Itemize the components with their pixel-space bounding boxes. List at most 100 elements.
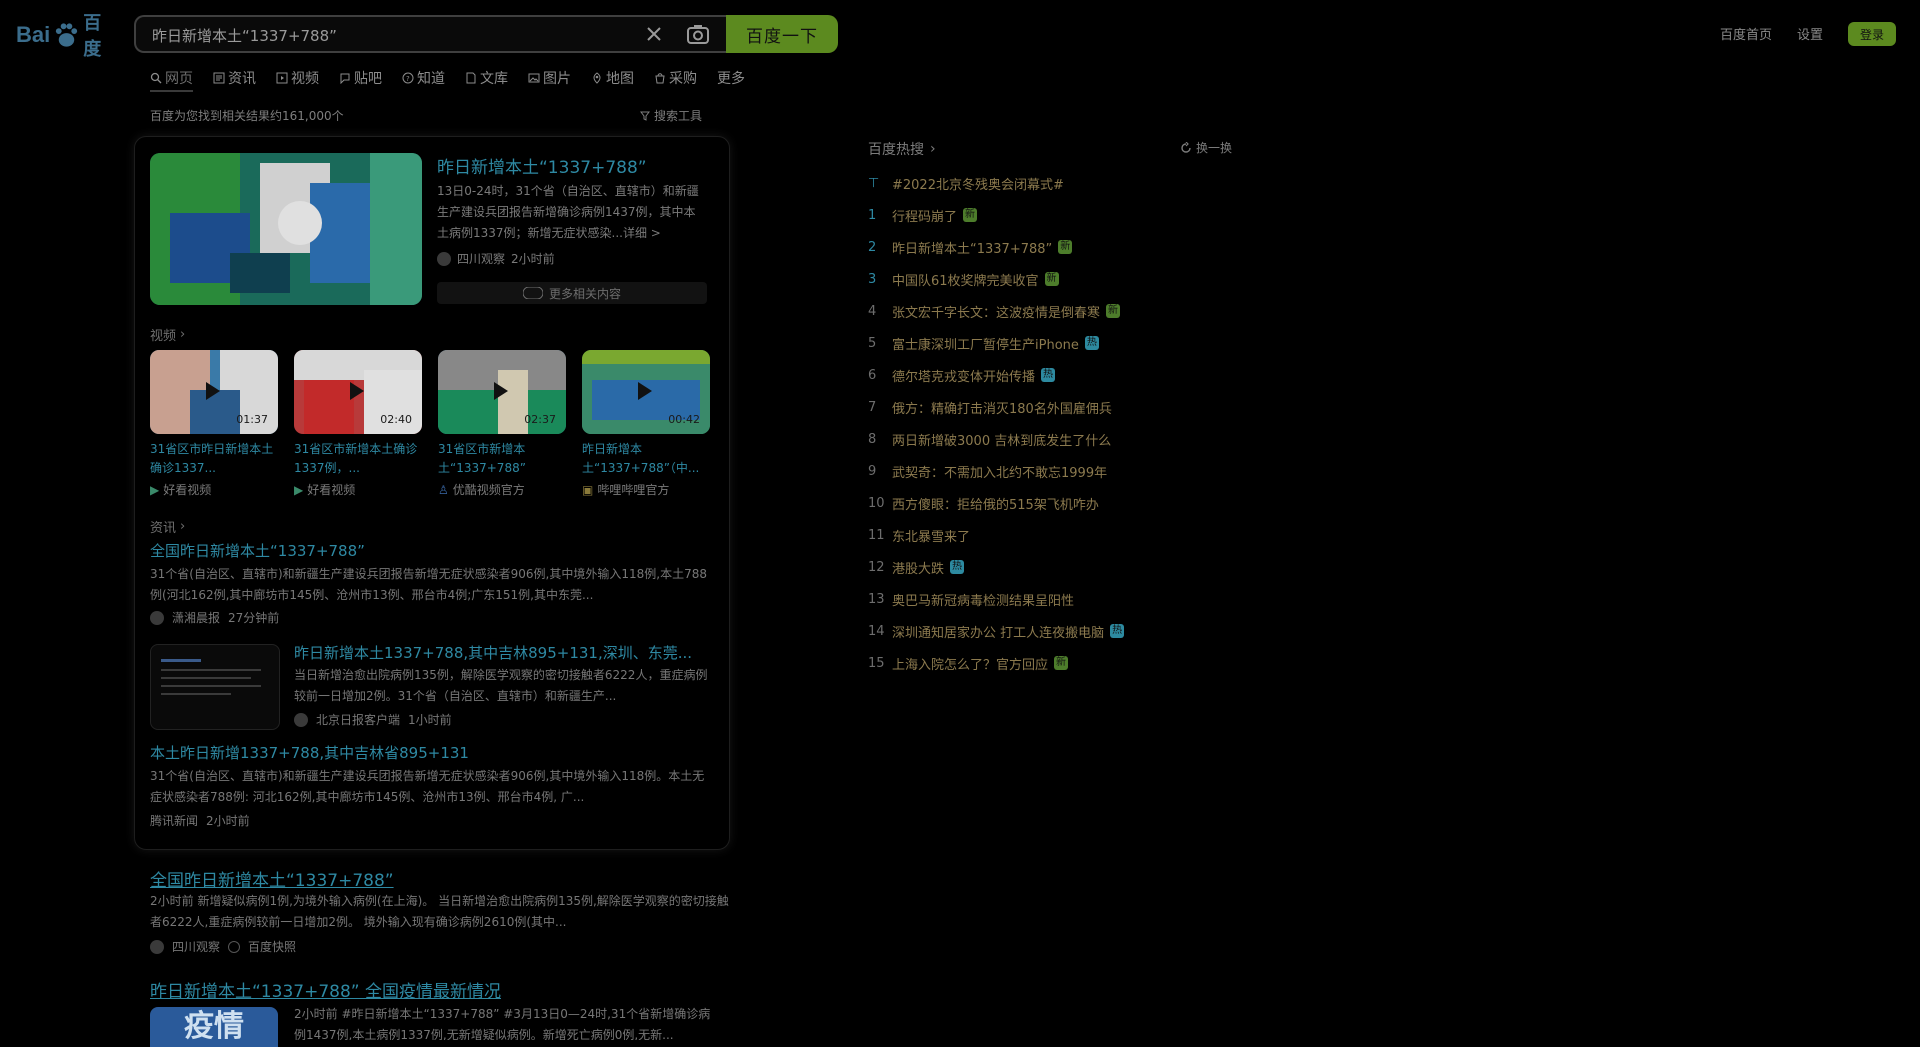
- hot-item[interactable]: 4 张文宏千字长文：这波疫情是倒春寒新: [868, 295, 1124, 327]
- hot-item[interactable]: 11 东北暴雪来了: [868, 519, 1124, 551]
- hot-item[interactable]: 5 富士康深圳工厂暂停生产iPhone 热: [868, 327, 1124, 359]
- hot-item-title: #2022北京冬残奥会闭幕式#: [892, 177, 1064, 193]
- result-meta: 四川观察 百度快照: [150, 938, 296, 955]
- hot-search-list: ⊤ #2022北京冬残奥会闭幕式# 1 行程码崩了新 2 昨日新增本土“1337+7…: [868, 167, 1125, 679]
- video-thumbnail[interactable]: 00:42: [582, 350, 710, 434]
- tab-wenku[interactable]: 文库: [465, 66, 508, 90]
- video-duration: 02:40: [380, 413, 412, 426]
- tab-map[interactable]: 地图: [591, 66, 634, 90]
- baidu-logo[interactable]: Bai 百度: [16, 13, 118, 60]
- hot-item[interactable]: 7 俄方：精确打击消灭180名外国雇佣兵: [868, 391, 1124, 423]
- hot-item[interactable]: 6 德尔塔克戎变体开始传播热: [868, 359, 1124, 391]
- hot-item[interactable]: 1 行程码崩了新: [868, 199, 1124, 231]
- refresh-label: 换一换: [1196, 141, 1233, 155]
- news-title[interactable]: 昨日新增本土1337+788,其中吉林895+131,深圳、东莞...: [294, 642, 714, 663]
- search-icon: [150, 72, 162, 84]
- news-time: 27分钟前: [228, 611, 280, 625]
- hot-item[interactable]: 8 两日新增破3000 吉林到底发生了什么: [868, 423, 1124, 455]
- settings-link[interactable]: 设置: [1797, 24, 1823, 43]
- search-button[interactable]: 百度一下: [726, 15, 838, 53]
- result-title[interactable]: 昨日新增本土“1337+788” 全国疫情最新情况: [150, 977, 501, 1002]
- video-source-name: 好看视频: [163, 483, 212, 497]
- hero-more-link[interactable]: 详细 >: [623, 226, 661, 240]
- hot-item[interactable]: 13 奥巴马新冠病毒检测结果呈阳性: [868, 583, 1124, 615]
- video-thumbnail[interactable]: 02:37: [438, 350, 566, 434]
- video-card[interactable]: 02:40 31省区市新增本土确诊1337例，... ▶ 好看视频: [294, 350, 422, 498]
- hot-item[interactable]: 15 上海入院怎么了？官方回应新: [868, 647, 1124, 679]
- news-source[interactable]: 北京日报客户端: [316, 711, 400, 728]
- news-source[interactable]: 潇湘晨报: [172, 609, 220, 626]
- hero-title[interactable]: 昨日新增本土“1337+788”: [437, 153, 647, 178]
- result-source[interactable]: 四川观察: [172, 938, 220, 955]
- hot-rank: 6: [868, 367, 877, 383]
- homepage-link[interactable]: 百度首页: [1720, 24, 1772, 43]
- hot-rank: 4: [868, 303, 877, 319]
- refresh-button[interactable]: 换一换: [1180, 139, 1232, 156]
- search-tabs: 网页 资讯 视频 贴吧 ? 知道 文库 图片 地图 采购 更多: [150, 66, 765, 92]
- hot-rank: 7: [868, 399, 877, 415]
- news-source[interactable]: 腾讯新闻: [150, 812, 198, 829]
- pin-icon: ⊤: [868, 175, 880, 191]
- tab-video[interactable]: 视频: [276, 66, 319, 90]
- news-title[interactable]: 本土昨日新增1337+788,其中吉林省895+131: [150, 742, 469, 763]
- hot-item-top[interactable]: ⊤ #2022北京冬残奥会闭幕式#: [868, 167, 1124, 199]
- haokan-icon: ▶: [150, 482, 160, 497]
- clear-icon[interactable]: [644, 24, 664, 44]
- video-title[interactable]: 昨日新增本土“1337+788”（中...: [582, 440, 710, 478]
- more-content-bar[interactable]: 更多相关内容: [437, 282, 707, 304]
- tab-purchase[interactable]: 采购: [654, 66, 697, 90]
- hero-image[interactable]: [150, 153, 422, 305]
- tab-more[interactable]: 更多: [717, 66, 745, 90]
- hot-item[interactable]: 10 西方傻眼：拒给俄的515架飞机咋办: [868, 487, 1124, 519]
- hot-item[interactable]: 2 昨日新增本土“1337+788” 新: [868, 231, 1124, 263]
- chevron-right-icon: ›: [930, 141, 936, 157]
- videos-section-label[interactable]: 视频 ›: [150, 325, 185, 344]
- hot-badge: 热: [1084, 336, 1099, 350]
- result-thumbnail[interactable]: 疫情: [150, 1007, 278, 1047]
- news-thumbnail[interactable]: [150, 644, 280, 730]
- play-icon: [206, 382, 220, 400]
- video-card[interactable]: 02:37 31省区市新增本土“1337+788” ♙ 优酷视频官方: [438, 350, 566, 498]
- tab-tieba[interactable]: 贴吧: [339, 66, 382, 90]
- logo-text-cn: 百度: [83, 13, 102, 60]
- search-input[interactable]: [150, 17, 634, 53]
- hot-rank: 15: [868, 655, 885, 671]
- hot-item[interactable]: 14 深圳通知居家办公 打工人连夜搬电脑热: [868, 615, 1125, 647]
- hot-item[interactable]: 3 中国队61枚奖牌完美收官新: [868, 263, 1124, 295]
- hot-item-title: 富士康深圳工厂暂停生产iPhone: [892, 337, 1079, 353]
- camera-icon[interactable]: [686, 23, 710, 45]
- tab-news[interactable]: 资讯: [213, 66, 256, 90]
- result-title[interactable]: 全国昨日新增本土“1337+788”: [150, 866, 394, 891]
- video-thumbnail[interactable]: 01:37: [150, 350, 278, 434]
- tab-zhidao[interactable]: ? 知道: [402, 66, 445, 90]
- news-time: 1小时前: [408, 713, 452, 727]
- refresh-icon: [1181, 141, 1191, 153]
- tab-label: 视频: [291, 71, 319, 87]
- play-icon: [494, 382, 508, 400]
- video-title[interactable]: 31省区市昨日新增本土确诊1337...: [150, 440, 278, 478]
- news-title[interactable]: 全国昨日新增本土“1337+788”: [150, 540, 365, 561]
- video-title[interactable]: 31省区市新增本土“1337+788”: [438, 440, 566, 478]
- video-title[interactable]: 31省区市新增本土确诊1337例，...: [294, 440, 422, 478]
- video-duration: 00:42: [668, 413, 700, 426]
- search-tools-button[interactable]: 搜索工具: [640, 107, 702, 124]
- hot-rank: 1: [868, 207, 877, 223]
- login-button[interactable]: 登录: [1848, 22, 1896, 46]
- tab-web[interactable]: 网页: [150, 66, 193, 92]
- source-name[interactable]: 四川观察: [457, 250, 505, 267]
- video-card[interactable]: 00:42 昨日新增本土“1337+788”（中... ▣ 哔哩哔哩官方: [582, 350, 710, 498]
- news-section-label[interactable]: 资讯 ›: [150, 517, 185, 536]
- hot-search-header[interactable]: 百度热搜 ›: [868, 139, 936, 159]
- hot-item[interactable]: 12 港股大跌热: [868, 551, 1124, 583]
- hot-item-title: 俄方：精确打击消灭180名外国雇佣兵: [892, 401, 1112, 417]
- logo-text: Bai: [16, 22, 51, 47]
- video-source-name: 哔哩哔哩官方: [597, 483, 670, 497]
- video-card[interactable]: 01:37 31省区市昨日新增本土确诊1337... ▶ 好看视频: [150, 350, 278, 498]
- hot-item[interactable]: 9 武契奇：不需加入北约不敢忘1999年: [868, 455, 1124, 487]
- video-source: ♙ 优酷视频官方: [438, 481, 566, 498]
- section-title: 视频: [150, 329, 177, 344]
- tab-image[interactable]: 图片: [528, 66, 571, 90]
- video-thumbnail[interactable]: 02:40: [294, 350, 422, 434]
- snapshot-link[interactable]: 百度快照: [248, 938, 296, 955]
- news-meta: 潇湘晨报 27分钟前: [150, 609, 279, 626]
